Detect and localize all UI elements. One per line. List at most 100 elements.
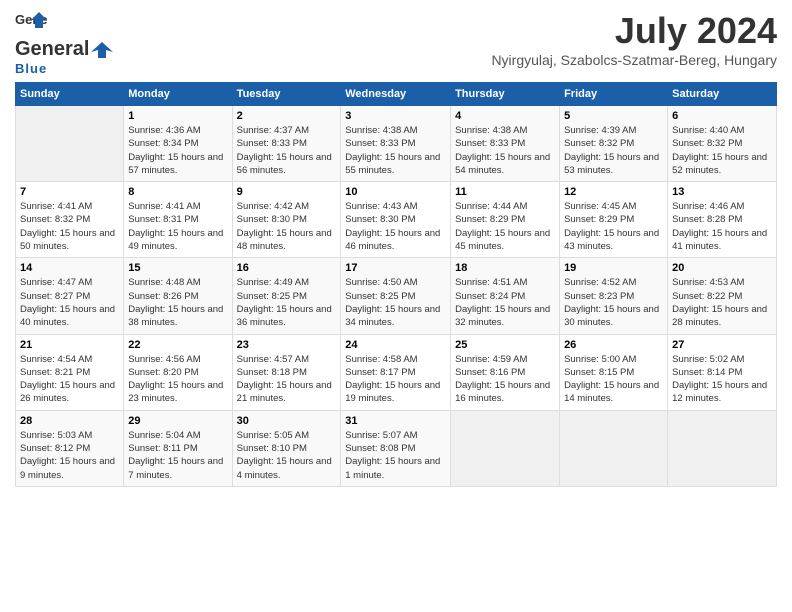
day-cell: 1 Sunrise: 4:36 AMSunset: 8:34 PMDaylight…: [124, 106, 232, 182]
day-number: 22: [128, 339, 227, 351]
day-number: 14: [20, 262, 119, 274]
header-day-monday: Monday: [124, 83, 232, 106]
day-cell: 24Sunrise: 4:58 AMSunset: 8:17 PMDayligh…: [341, 334, 451, 410]
header-day-wednesday: Wednesday: [341, 83, 451, 106]
day-number: 10: [345, 186, 446, 198]
logo-general: General: [15, 38, 89, 61]
day-number: 12: [564, 186, 663, 198]
day-number: 1: [128, 110, 227, 122]
day-info: Sunrise: 4:42 AMSunset: 8:30 PMDaylight:…: [237, 200, 337, 253]
header: General General Blue July 2024 Nyirgyula…: [15, 10, 777, 76]
day-number: 18: [455, 262, 555, 274]
day-cell: 17Sunrise: 4:50 AMSunset: 8:25 PMDayligh…: [341, 258, 451, 334]
day-number: 9: [237, 186, 337, 198]
day-cell: 21 Sunrise: 4:54 AMSunset: 8:21 PMDayligh…: [16, 334, 124, 410]
week-row-4: 21 Sunrise: 4:54 AMSunset: 8:21 PMDayligh…: [16, 334, 777, 410]
day-info: Sunrise: 4:44 AMSunset: 8:29 PMDaylight:…: [455, 200, 555, 253]
day-cell: 29Sunrise: 5:04 AMSunset: 8:11 PMDayligh…: [124, 410, 232, 486]
week-row-2: 7 Sunrise: 4:41 AMSunset: 8:32 PMDaylight…: [16, 182, 777, 258]
day-number: 16: [237, 262, 337, 274]
day-cell: 27 Sunrise: 5:02 AMSunset: 8:14 PMDayligh…: [668, 334, 777, 410]
day-cell: 6Sunrise: 4:40 AMSunset: 8:32 PMDaylight…: [668, 106, 777, 182]
day-number: 26: [564, 339, 663, 351]
day-cell: 5 Sunrise: 4:39 AMSunset: 8:32 PMDaylight…: [560, 106, 668, 182]
day-info: Sunrise: 4:37 AMSunset: 8:33 PMDaylight:…: [237, 124, 337, 177]
location: Nyirgyulaj, Szabolcs-Szatmar-Bereg, Hung…: [491, 52, 777, 68]
week-row-5: 28Sunrise: 5:03 AMSunset: 8:12 PMDayligh…: [16, 410, 777, 486]
day-cell: [16, 106, 124, 182]
day-number: 30: [237, 415, 337, 427]
day-number: 11: [455, 186, 555, 198]
day-cell: 3 Sunrise: 4:38 AMSunset: 8:33 PMDaylight…: [341, 106, 451, 182]
day-info: Sunrise: 4:52 AMSunset: 8:23 PMDaylight:…: [564, 276, 663, 329]
day-number: 13: [672, 186, 772, 198]
logo-blue: Blue: [15, 61, 47, 76]
day-info: Sunrise: 4:38 AMSunset: 8:33 PMDaylight:…: [455, 124, 555, 177]
day-number: 5: [564, 110, 663, 122]
day-info: Sunrise: 4:53 AMSunset: 8:22 PMDaylight:…: [672, 276, 772, 329]
day-cell: 25Sunrise: 4:59 AMSunset: 8:16 PMDayligh…: [451, 334, 560, 410]
day-info: Sunrise: 4:56 AMSunset: 8:20 PMDaylight:…: [128, 353, 227, 406]
day-cell: 14 Sunrise: 4:47 AMSunset: 8:27 PMDayligh…: [16, 258, 124, 334]
day-number: 20: [672, 262, 772, 274]
day-cell: 8 Sunrise: 4:41 AMSunset: 8:31 PMDaylight…: [124, 182, 232, 258]
day-info: Sunrise: 4:38 AMSunset: 8:33 PMDaylight:…: [345, 124, 446, 177]
day-number: 24: [345, 339, 446, 351]
header-day-thursday: Thursday: [451, 83, 560, 106]
day-number: 28: [20, 415, 119, 427]
day-cell: 2Sunrise: 4:37 AMSunset: 8:33 PMDaylight…: [232, 106, 341, 182]
header-day-saturday: Saturday: [668, 83, 777, 106]
day-cell: 12 Sunrise: 4:45 AMSunset: 8:29 PMDayligh…: [560, 182, 668, 258]
day-cell: 15Sunrise: 4:48 AMSunset: 8:26 PMDayligh…: [124, 258, 232, 334]
day-number: 25: [455, 339, 555, 351]
page-container: General General Blue July 2024 Nyirgyula…: [0, 0, 792, 497]
day-number: 17: [345, 262, 446, 274]
day-number: 7: [20, 186, 119, 198]
day-number: 23: [237, 339, 337, 351]
day-info: Sunrise: 4:49 AMSunset: 8:25 PMDaylight:…: [237, 276, 337, 329]
day-info: Sunrise: 4:36 AMSunset: 8:34 PMDaylight:…: [128, 124, 227, 177]
day-info: Sunrise: 5:02 AMSunset: 8:14 PMDaylight:…: [672, 353, 772, 406]
day-info: Sunrise: 4:41 AMSunset: 8:32 PMDaylight:…: [20, 200, 119, 253]
day-info: Sunrise: 4:47 AMSunset: 8:27 PMDaylight:…: [20, 276, 119, 329]
month-title: July 2024: [491, 10, 777, 52]
day-number: 31: [345, 415, 446, 427]
day-info: Sunrise: 5:00 AMSunset: 8:15 PMDaylight:…: [564, 353, 663, 406]
day-cell: 7 Sunrise: 4:41 AMSunset: 8:32 PMDaylight…: [16, 182, 124, 258]
day-info: Sunrise: 5:07 AMSunset: 8:08 PMDaylight:…: [345, 429, 446, 482]
logo: General General Blue: [15, 10, 115, 76]
day-cell: 19 Sunrise: 4:52 AMSunset: 8:23 PMDayligh…: [560, 258, 668, 334]
logo-bird: [91, 40, 113, 60]
day-number: 27: [672, 339, 772, 351]
header-day-sunday: Sunday: [16, 83, 124, 106]
day-info: Sunrise: 4:48 AMSunset: 8:26 PMDaylight:…: [128, 276, 227, 329]
day-number: 3: [345, 110, 446, 122]
day-number: 29: [128, 415, 227, 427]
day-number: 21: [20, 339, 119, 351]
day-cell: [451, 410, 560, 486]
header-day-tuesday: Tuesday: [232, 83, 341, 106]
day-cell: 18 Sunrise: 4:51 AMSunset: 8:24 PMDayligh…: [451, 258, 560, 334]
day-info: Sunrise: 4:43 AMSunset: 8:30 PMDaylight:…: [345, 200, 446, 253]
day-info: Sunrise: 4:41 AMSunset: 8:31 PMDaylight:…: [128, 200, 227, 253]
day-info: Sunrise: 4:54 AMSunset: 8:21 PMDaylight:…: [20, 353, 119, 406]
day-cell: [560, 410, 668, 486]
day-number: 8: [128, 186, 227, 198]
day-number: 6: [672, 110, 772, 122]
day-info: Sunrise: 4:39 AMSunset: 8:32 PMDaylight:…: [564, 124, 663, 177]
day-cell: 22 Sunrise: 4:56 AMSunset: 8:20 PMDayligh…: [124, 334, 232, 410]
day-cell: 23Sunrise: 4:57 AMSunset: 8:18 PMDayligh…: [232, 334, 341, 410]
header-day-friday: Friday: [560, 83, 668, 106]
day-cell: 28Sunrise: 5:03 AMSunset: 8:12 PMDayligh…: [16, 410, 124, 486]
day-cell: 4Sunrise: 4:38 AMSunset: 8:33 PMDaylight…: [451, 106, 560, 182]
day-cell: 20 Sunrise: 4:53 AMSunset: 8:22 PMDayligh…: [668, 258, 777, 334]
day-cell: [668, 410, 777, 486]
day-cell: 16 Sunrise: 4:49 AMSunset: 8:25 PMDayligh…: [232, 258, 341, 334]
day-cell: 26 Sunrise: 5:00 AMSunset: 8:15 PMDayligh…: [560, 334, 668, 410]
day-number: 19: [564, 262, 663, 274]
day-info: Sunrise: 4:45 AMSunset: 8:29 PMDaylight:…: [564, 200, 663, 253]
week-row-1: 1 Sunrise: 4:36 AMSunset: 8:34 PMDaylight…: [16, 106, 777, 182]
day-info: Sunrise: 4:51 AMSunset: 8:24 PMDaylight:…: [455, 276, 555, 329]
day-cell: 13 Sunrise: 4:46 AMSunset: 8:28 PMDayligh…: [668, 182, 777, 258]
day-info: Sunrise: 4:46 AMSunset: 8:28 PMDaylight:…: [672, 200, 772, 253]
